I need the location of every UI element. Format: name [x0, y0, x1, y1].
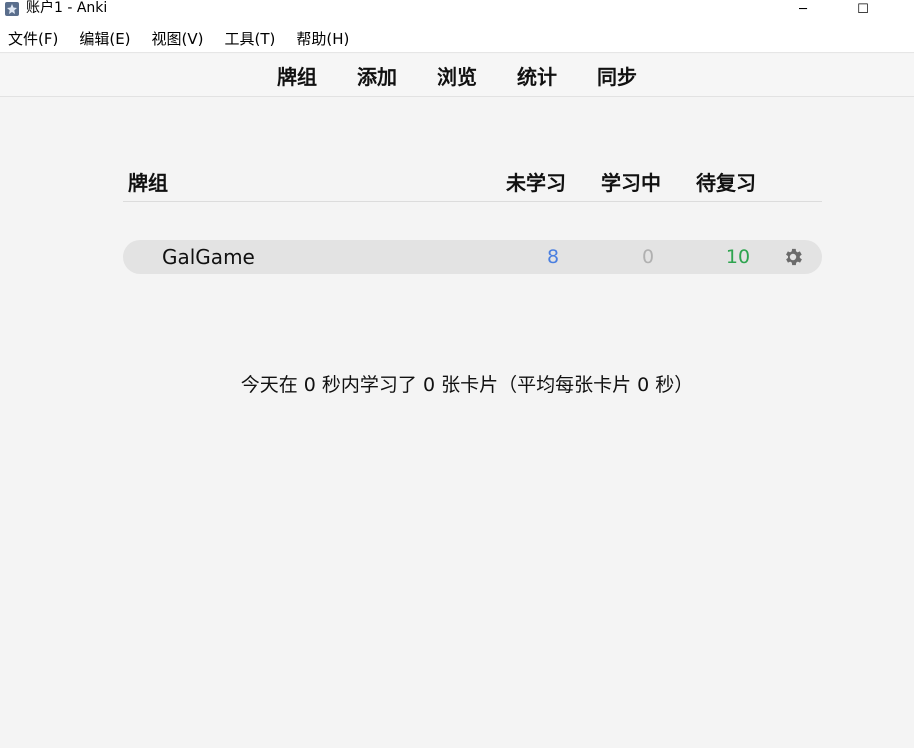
- header-due: 待复习: [696, 171, 756, 195]
- new-count: 8: [546, 246, 560, 268]
- study-stats-text: 今天在 0 秒内学习了 0 张卡片（平均每张卡片 0 秒）: [240, 374, 694, 396]
- anki-app-icon: [5, 2, 19, 16]
- toolbar-browse[interactable]: 浏览: [437, 61, 477, 90]
- learning-count: 0: [641, 246, 655, 268]
- header-deck: 牌组: [128, 171, 168, 195]
- menu-edit[interactable]: 编辑(E): [79, 25, 130, 53]
- gear-icon[interactable]: [782, 246, 804, 268]
- header-new: 未学习: [506, 171, 566, 195]
- header-learning: 学习中: [601, 171, 661, 195]
- deck-table-header: 牌组 未学习 学习中 待复习: [123, 160, 822, 202]
- due-count: 10: [725, 246, 751, 268]
- deck-name-link[interactable]: GalGame: [162, 245, 255, 269]
- menu-view[interactable]: 视图(V): [152, 25, 204, 53]
- menu-bar: 文件(F) 编辑(E) 视图(V) 工具(T) 帮助(H): [0, 25, 914, 53]
- toolbar-decks[interactable]: 牌组: [277, 61, 317, 90]
- toolbar-add[interactable]: 添加: [357, 61, 397, 90]
- minimize-button[interactable]: ─: [780, 0, 826, 18]
- deck-row[interactable]: GalGame 8 0 10: [123, 240, 822, 274]
- menu-help[interactable]: 帮助(H): [296, 25, 349, 53]
- toolbar-sync[interactable]: 同步: [597, 61, 637, 90]
- toolbar-stats[interactable]: 统计: [517, 61, 557, 90]
- menu-file[interactable]: 文件(F): [8, 25, 58, 53]
- main-toolbar: 牌组 添加 浏览 统计 同步: [0, 54, 914, 97]
- menu-tools[interactable]: 工具(T): [225, 25, 276, 53]
- window-title: 账户1 - Anki: [26, 0, 108, 16]
- maximize-button[interactable]: ☐: [840, 0, 886, 18]
- minimize-icon: ─: [799, 1, 807, 17]
- maximize-icon: ☐: [857, 1, 869, 17]
- title-bar: 账户1 - Anki ─ ☐: [0, 0, 914, 25]
